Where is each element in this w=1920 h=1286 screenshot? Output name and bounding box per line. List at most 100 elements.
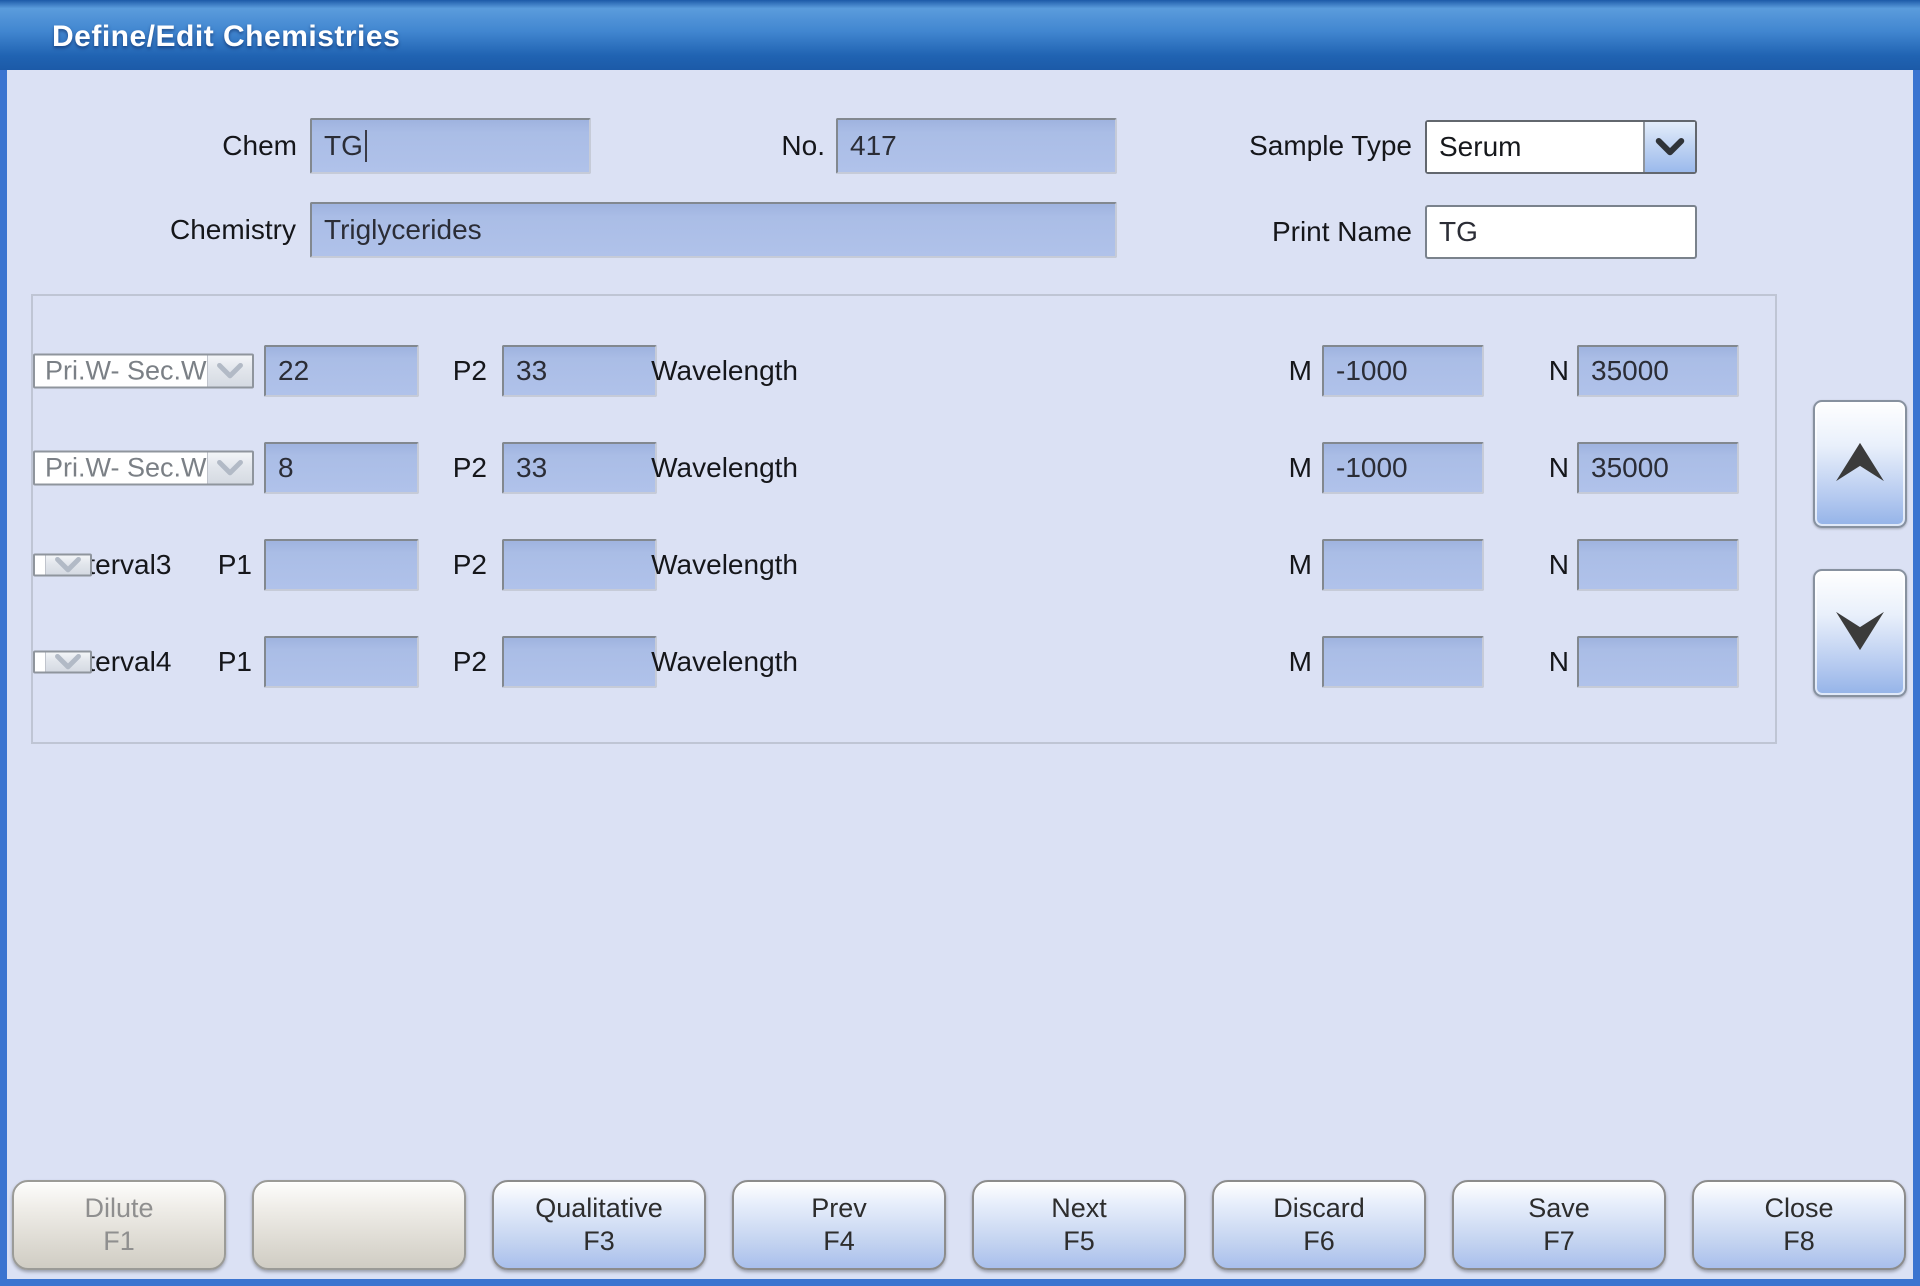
print-name-value: TG — [1427, 216, 1478, 248]
wavelength-select[interactable] — [33, 553, 92, 576]
m-input[interactable]: -1000 — [1322, 345, 1484, 397]
function-button-label: Next — [1051, 1192, 1107, 1225]
window-titlebar: Define/Edit Chemistries — [0, 0, 1920, 70]
function-button-label: Prev — [811, 1192, 867, 1225]
function-button[interactable]: Discard F6 — [1212, 1180, 1426, 1270]
function-button[interactable]: Prev F4 — [732, 1180, 946, 1270]
wavelength-select[interactable]: Pri.W- Sec.W — [33, 353, 254, 388]
n-input[interactable]: 35000 — [1577, 345, 1739, 397]
m-label: M — [1276, 549, 1312, 581]
n-input[interactable]: 35000 — [1577, 442, 1739, 494]
wavelength-label: Wavelength — [623, 452, 798, 484]
function-button-label: Save — [1528, 1192, 1590, 1225]
chem-label: Chem — [127, 118, 297, 174]
p1-input[interactable]: 8 — [264, 442, 419, 494]
p1-label: P1 — [188, 646, 252, 678]
function-button-key: F7 — [1543, 1225, 1575, 1258]
n-label: N — [1533, 549, 1569, 581]
function-button-label: Discard — [1273, 1192, 1365, 1225]
n-label: N — [1533, 646, 1569, 678]
p2-label: P2 — [423, 646, 487, 678]
no-value: 417 — [838, 130, 897, 162]
window-title: Define/Edit Chemistries — [0, 16, 400, 54]
function-button-label: Dilute — [84, 1192, 153, 1225]
function-button-key: F3 — [583, 1225, 615, 1258]
m-input[interactable] — [1322, 636, 1484, 688]
chem-input[interactable]: TG — [310, 118, 591, 174]
interval-row: Interval4 P1 P2 Wavelength — [33, 613, 1775, 710]
p1-input[interactable] — [264, 636, 419, 688]
n-label: N — [1533, 452, 1569, 484]
function-button[interactable]: Close F8 — [1692, 1180, 1906, 1270]
wavelength-value: Pri.W- Sec.W — [35, 452, 207, 483]
chem-value: TG — [312, 130, 363, 162]
m-value: -1000 — [1324, 452, 1408, 484]
scroll-down-button[interactable] — [1813, 569, 1907, 697]
p2-label: P2 — [423, 549, 487, 581]
m-input[interactable] — [1322, 539, 1484, 591]
print-name-input[interactable]: TG — [1425, 205, 1697, 259]
p2-label: P2 — [423, 452, 487, 484]
p1-label: P1 — [188, 549, 252, 581]
chevron-down-icon[interactable] — [1643, 122, 1695, 172]
print-name-label: Print Name — [1187, 205, 1412, 259]
window-content: Chem TG No. 417 Sample Type Serum Chemis… — [7, 70, 1913, 1279]
function-button[interactable] — [252, 1180, 466, 1270]
chevron-down-icon[interactable] — [207, 452, 252, 483]
interval-row: Interval2 P1 8 P2 33 Wavelength Pri.W- S… — [33, 419, 1775, 516]
m-label: M — [1276, 646, 1312, 678]
n-value: 35000 — [1579, 452, 1669, 484]
function-button[interactable]: Dilute F1 — [12, 1180, 226, 1270]
function-button[interactable]: Qualitative F3 — [492, 1180, 706, 1270]
chemistry-label: Chemistry — [87, 202, 296, 258]
chevron-up-icon — [1831, 439, 1889, 490]
scroll-up-button[interactable] — [1813, 400, 1907, 528]
p1-input[interactable]: 22 — [264, 345, 419, 397]
p1-input[interactable] — [264, 539, 419, 591]
function-button-label: Qualitative — [535, 1192, 663, 1225]
sample-type-select[interactable]: Serum — [1425, 120, 1697, 174]
chevron-down-icon[interactable] — [207, 355, 252, 386]
function-button[interactable]: Next F5 — [972, 1180, 1186, 1270]
n-label: N — [1533, 355, 1569, 387]
chevron-down-icon — [1831, 608, 1889, 659]
n-value: 35000 — [1579, 355, 1669, 387]
chevron-down-icon[interactable] — [45, 652, 90, 671]
m-value: -1000 — [1324, 355, 1408, 387]
p2-value: 33 — [504, 452, 547, 484]
function-button-key: F6 — [1303, 1225, 1335, 1258]
n-input[interactable] — [1577, 636, 1739, 688]
p1-value: 22 — [266, 355, 309, 387]
text-caret — [365, 130, 367, 162]
m-input[interactable]: -1000 — [1322, 442, 1484, 494]
function-button-key: F1 — [103, 1225, 135, 1258]
wavelength-label: Wavelength — [623, 646, 798, 678]
chevron-down-icon[interactable] — [45, 555, 90, 574]
footer-buttons: Dilute F1 Qualitative F3 Prev F4 — [12, 1180, 1906, 1270]
function-button-key: F4 — [823, 1225, 855, 1258]
p1-value: 8 — [266, 452, 294, 484]
wavelength-label: Wavelength — [623, 355, 798, 387]
function-button[interactable]: Save F7 — [1452, 1180, 1666, 1270]
no-label: No. — [707, 118, 825, 174]
m-label: M — [1276, 452, 1312, 484]
chemistry-value: Triglycerides — [312, 214, 482, 246]
n-input[interactable] — [1577, 539, 1739, 591]
wavelength-value — [35, 652, 45, 671]
interval-row: Interval3 P1 P2 Wavelength — [33, 516, 1775, 613]
wavelength-label: Wavelength — [623, 549, 798, 581]
p2-value: 33 — [504, 355, 547, 387]
wavelength-select[interactable] — [33, 650, 92, 673]
chemistry-input[interactable]: Triglycerides — [310, 202, 1117, 258]
sample-type-value: Serum — [1427, 122, 1643, 172]
function-button-key: F8 — [1783, 1225, 1815, 1258]
m-label: M — [1276, 355, 1312, 387]
p2-label: P2 — [423, 355, 487, 387]
no-input[interactable]: 417 — [836, 118, 1117, 174]
wavelength-value: Pri.W- Sec.W — [35, 355, 207, 386]
wavelength-select[interactable]: Pri.W- Sec.W — [33, 450, 254, 485]
function-button-label: Close — [1764, 1192, 1833, 1225]
function-button-key: F5 — [1063, 1225, 1095, 1258]
wavelength-value — [35, 555, 45, 574]
sample-type-label: Sample Type — [1157, 118, 1412, 174]
